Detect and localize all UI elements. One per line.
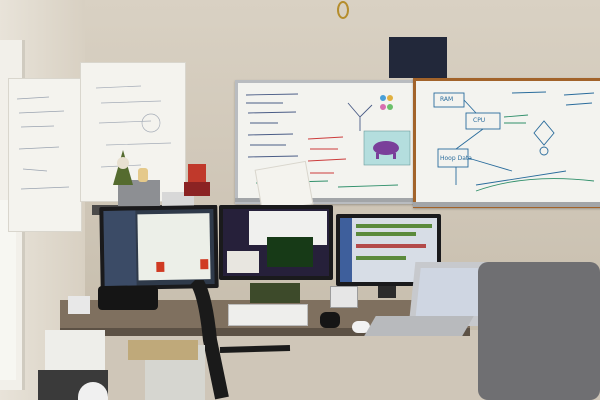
- laptop-base: [364, 316, 474, 336]
- paper-stack: [128, 340, 198, 360]
- office-photo: RAM CPU Hoop Data: [0, 0, 600, 400]
- printer-icon: [45, 330, 105, 370]
- whiteboard-tray: [413, 202, 600, 207]
- robot-figurine-icon: [184, 164, 210, 196]
- clock-device: [330, 286, 358, 308]
- monitor-center: [219, 205, 333, 280]
- headphones: [98, 286, 158, 310]
- board-label-ram: RAM: [440, 96, 454, 103]
- wall-poster: [389, 37, 447, 78]
- ceiling-hook-icon: [337, 1, 349, 19]
- monitor-stand: [378, 286, 396, 298]
- monitor-left: [99, 204, 219, 291]
- whiteboard-right: RAM CPU Hoop Data: [413, 78, 600, 208]
- paper-sketch: [16, 96, 70, 190]
- wall-paper-sheet: [8, 78, 82, 232]
- monitor-left-screen: [103, 209, 215, 286]
- monitor-center-screen: [223, 209, 329, 276]
- webcam: [320, 312, 340, 328]
- board-label-hoop-data: Hoop Data: [440, 155, 472, 162]
- small-toy: [138, 168, 148, 182]
- board-label-cpu: CPU: [473, 117, 486, 124]
- chair-icon: [478, 262, 600, 400]
- figurine-icon: [113, 150, 133, 185]
- phone-dock: [68, 296, 90, 314]
